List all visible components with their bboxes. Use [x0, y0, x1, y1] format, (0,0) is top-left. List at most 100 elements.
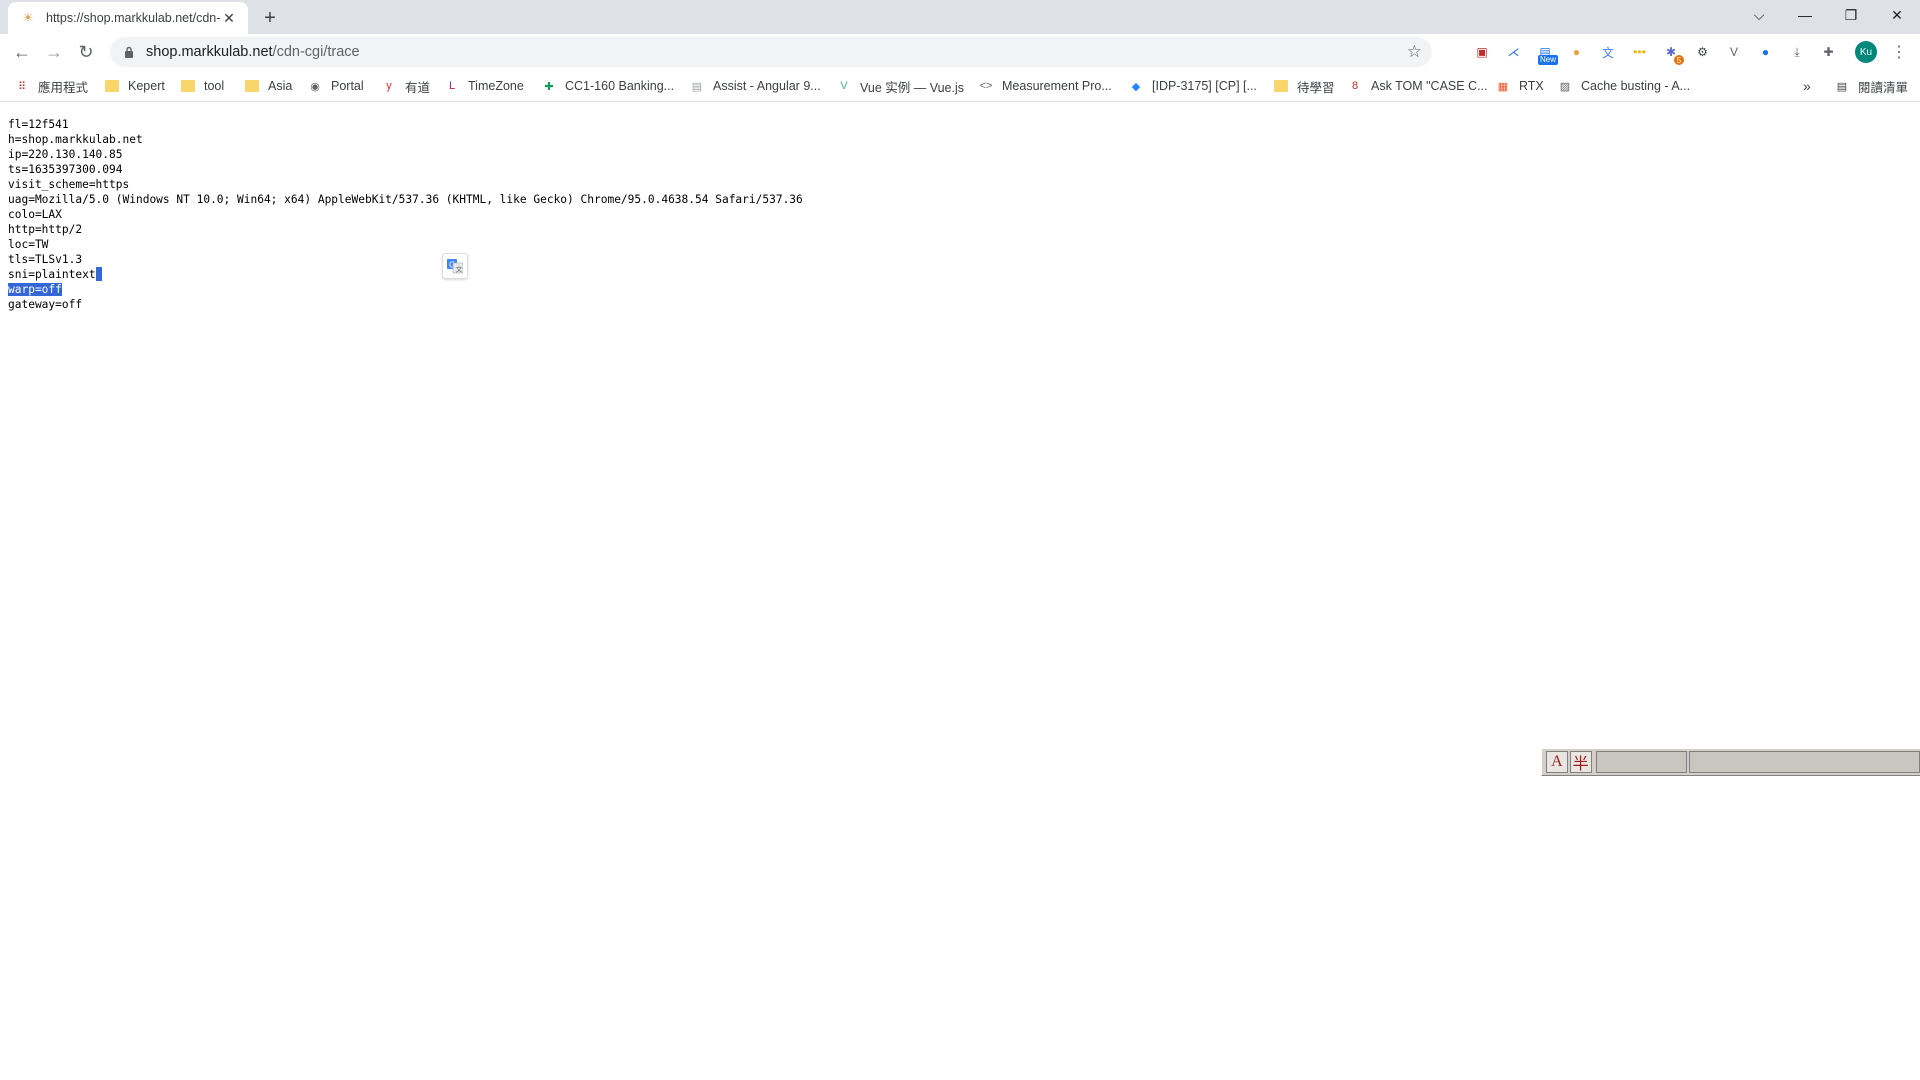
tab-close-icon[interactable]: ✕ [220, 9, 238, 27]
trace-line: uag=Mozilla/5.0 (Windows NT 10.0; Win64;… [8, 193, 803, 206]
trace-line: loc=TW [8, 238, 49, 251]
puzzle-extension-icon[interactable]: ✚ [1819, 42, 1839, 62]
translate-extension-icon[interactable]: 文 [1598, 42, 1618, 62]
bookmark-label: tool [204, 79, 225, 93]
bookmark-item[interactable]: ⠿ 應用程式 [14, 77, 88, 95]
extension-badge: 5 [1674, 55, 1684, 65]
page-icon: ▤ [691, 80, 703, 93]
lock-icon[interactable] [122, 45, 136, 59]
vue-icon: V [840, 80, 848, 92]
back-button[interactable]: ← [8, 38, 36, 66]
reading-list-label: 閱讀清單 [1858, 80, 1909, 95]
bookmark-item[interactable]: ▨ Cache busting - A... [1557, 77, 1690, 95]
reload-button[interactable]: ↻ [72, 38, 100, 66]
close-window-button[interactable]: ✕ [1874, 0, 1920, 30]
download-extension-icon[interactable]: ⤓ [1787, 42, 1807, 62]
minimize-button[interactable]: — [1782, 0, 1828, 30]
bookmark-label: Ask TOM "CASE C... [1371, 79, 1488, 93]
reading-list-icon: ▤ [1836, 80, 1848, 93]
bookmark-item[interactable]: tool [180, 77, 224, 95]
tab-title: https://shop.markkulab.net/cdn-cgi/trace [46, 11, 220, 25]
address-bar[interactable]: shop.markkulab.net/cdn-cgi/trace ☆ [110, 37, 1432, 67]
bookmark-item[interactable]: 8 Ask TOM "CASE C... [1347, 77, 1488, 95]
menu-icon[interactable]: ⋮ [1885, 38, 1913, 66]
vue-extension-icon[interactable]: V [1724, 42, 1744, 62]
extension-badge: New [1538, 55, 1559, 65]
folder-icon [104, 78, 120, 94]
bookmark-item[interactable]: V Vue 实例 — Vue.js [836, 77, 964, 95]
bookmark-label: [IDP-3175] [CP] [... [1152, 79, 1257, 93]
bookmark-item[interactable]: 待學習 [1273, 77, 1335, 95]
trace-line: warp=off [8, 282, 803, 297]
bookmark-item[interactable]: <> Measurement Pro... [978, 77, 1112, 95]
browser-toolbar: ← → ↻ shop.markkulab.net/cdn-cgi/trace ☆… [0, 34, 1920, 70]
url-path: /cdn-cgi/trace [272, 44, 360, 60]
bookmark-label: Portal [331, 79, 364, 93]
dev-extension-icon[interactable]: ✱ 5 [1661, 42, 1684, 65]
bookmark-item[interactable]: L TimeZone [444, 77, 524, 95]
bookmark-item[interactable]: Asia [244, 77, 292, 95]
bookmark-label: Cache busting - A... [1581, 79, 1691, 93]
trace-line: fl=12f541 [8, 118, 69, 131]
bookmarks-bar: ⠿ 應用程式 Kepert tool Asia ◉ Portal y 有道 L TimeZone ✚ C… [0, 70, 1920, 102]
bookmark-item[interactable]: ✚ CC1-160 Banking... [541, 77, 674, 95]
profile-avatar[interactable]: Ku [1855, 41, 1877, 63]
active-tab[interactable]: ☀ https://shop.markkulab.net/cdn-cgi/tra… [8, 2, 248, 34]
trace-line: h=shop.markkulab.net [8, 133, 143, 146]
url-host: shop.markkulab.net [146, 44, 273, 60]
image-icon: ▨ [1559, 80, 1571, 93]
trace-output: fl=12f541 h=shop.markkulab.net ip=220.130.… [8, 117, 803, 312]
restore-button[interactable]: ❐ [1828, 0, 1874, 30]
tab-strip: ☀ https://shop.markkulab.net/cdn-cgi/tra… [0, 0, 1920, 34]
bookmark-item[interactable]: ▦ RTX [1495, 77, 1544, 95]
bookmark-item[interactable]: ▤ Assist - Angular 9... [689, 77, 821, 95]
bookmark-label: Measurement Pro... [1002, 79, 1112, 93]
bookmark-label: Asia [268, 79, 293, 93]
folder-icon [244, 78, 260, 94]
bookmark-label: TimeZone [468, 79, 524, 93]
new-extension-icon[interactable]: ▤ New [1535, 42, 1559, 65]
bookmarks-overflow-button[interactable]: » [1803, 77, 1811, 95]
sheets-icon: ✚ [544, 80, 554, 93]
settings-extension-icon[interactable]: ⚙ [1693, 42, 1713, 62]
bookmark-star-icon[interactable]: ☆ [1407, 42, 1422, 62]
bookmark-label: RTX [1519, 79, 1544, 93]
selected-text: warp=off [8, 283, 62, 296]
ime-width-button[interactable]: 半 [1569, 751, 1592, 773]
globe-icon: ◉ [310, 80, 320, 93]
trace-line: gateway=off [8, 298, 83, 311]
tab-search-button[interactable]: ⌵ [1736, 0, 1782, 30]
password-extension-icon[interactable]: ••• [1630, 42, 1650, 62]
bookmark-item[interactable]: y 有道 [381, 77, 430, 95]
ime-toolbar: A 半 [1541, 748, 1920, 776]
reading-list-button[interactable]: ▤ 閱讀清單 [1834, 77, 1908, 95]
jira-icon: ◆ [1131, 80, 1141, 93]
trace-line: ts=1635397300.094 [8, 163, 123, 176]
bookmark-item[interactable]: ◆ [IDP-3175] [CP] [... [1128, 77, 1257, 95]
microsoft-icon: ▦ [1497, 80, 1509, 93]
selection-caret [95, 267, 102, 281]
folder-icon [1273, 78, 1289, 94]
youdao-icon: y [386, 80, 392, 92]
bookmark-label: CC1-160 Banking... [565, 79, 675, 93]
apps-grid-icon: ⠿ [17, 80, 27, 93]
compass-extension-icon[interactable]: ⋌ [1504, 42, 1524, 62]
site-favicon-icon: ☀ [22, 10, 34, 25]
trace-line: ip=220.130.140.85 [8, 148, 123, 161]
new-tab-button[interactable]: + [258, 6, 282, 30]
trace-line: colo=LAX [8, 208, 62, 221]
bookmark-label: Kepert [128, 79, 165, 93]
bookmark-item[interactable]: Kepert [104, 77, 165, 95]
bookmark-item[interactable]: ◉ Portal [307, 77, 364, 95]
forward-button[interactable]: → [40, 38, 68, 66]
oracle-icon: 8 [1351, 80, 1359, 92]
folder-icon [180, 78, 196, 94]
code-icon: <> [979, 80, 993, 92]
bookmark-label: Assist - Angular 9... [713, 79, 821, 93]
vpn-extension-icon[interactable]: ● [1756, 42, 1776, 62]
flag-extension-icon[interactable]: ▣ [1472, 42, 1492, 62]
timezone-icon: L [448, 80, 456, 92]
ime-mode-button[interactable]: A [1546, 751, 1568, 773]
translate-popup-icon[interactable]: G文 [442, 253, 468, 279]
cookie-extension-icon[interactable]: ● [1567, 42, 1587, 62]
